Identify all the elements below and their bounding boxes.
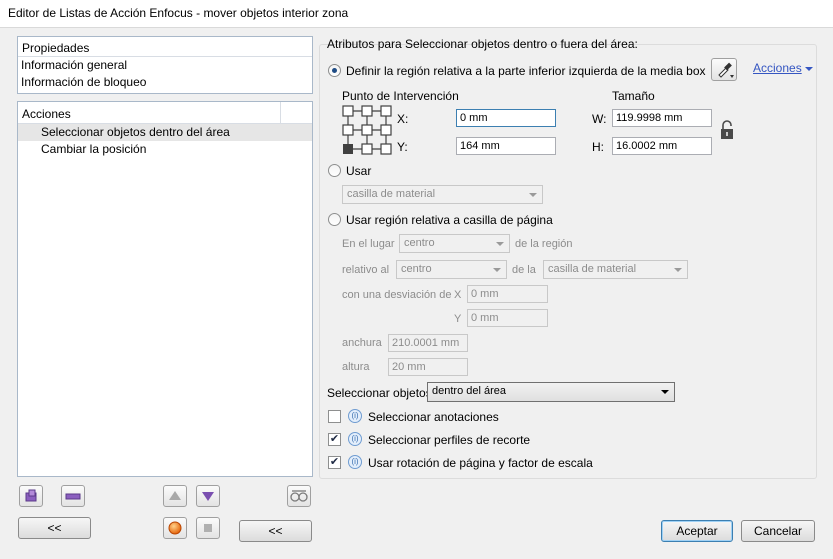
move-down-icon [202,492,214,501]
cancel-button[interactable]: Cancelar [741,520,815,542]
checkbox-annotations[interactable] [328,410,341,423]
y-input[interactable]: 164 mm [456,137,556,155]
checkbox-clip-paths-label: Seleccionar perfiles de recorte [368,433,531,447]
width-input[interactable]: 119.9998 mm [612,109,712,127]
of-region-label: de la región [515,238,573,250]
accept-button[interactable]: Aceptar [661,520,733,542]
select-objects-select[interactable]: dentro del área [427,382,675,402]
h-label: H: [592,140,604,154]
preview-glasses-icon [290,490,308,502]
use-box-select[interactable]: casilla de material [342,185,543,204]
checkbox-clip-paths[interactable]: ✔ [328,433,341,446]
height-box-input[interactable]: 20 mm [388,358,468,376]
header-divider [280,102,281,123]
select-objects-label: Seleccionar objetos [327,386,432,400]
move-up-button[interactable] [163,485,187,507]
actions-menu-link[interactable]: Acciones [753,61,814,75]
stop-button[interactable] [196,517,220,539]
add-action-button[interactable] [19,485,43,507]
info-icon[interactable]: (i) [348,455,362,469]
reference-point-label: Punto de Intervención [342,89,459,103]
stop-icon [204,524,212,532]
record-button[interactable] [163,517,187,539]
size-label: Tamaño [612,89,655,103]
offset-y-label: Y [454,313,462,325]
properties-item-general[interactable]: Información general [18,57,312,74]
x-label: X: [397,112,409,126]
checkbox-annotations-label: Seleccionar anotaciones [368,410,499,424]
add-action-icon [25,489,37,502]
of-box-select[interactable]: casilla de material [543,260,688,279]
actions-header-label: Acciones [22,107,71,121]
radio-use[interactable] [328,164,341,177]
x-input[interactable]: 0 mm [456,109,556,127]
properties-item-lock[interactable]: Información de bloqueo [18,74,312,91]
offset-x-input[interactable]: 0 mm [467,285,548,303]
width-box-label: anchura [342,337,382,349]
record-icon [168,521,182,535]
remove-action-button[interactable] [61,485,85,507]
reference-point-grid[interactable] [342,105,392,157]
radio-define-region-label: Definir la región relativa a la parte in… [346,64,706,78]
window-title: Editor de Listas de Acción Enfocus - mov… [8,6,349,20]
actions-header: Acciones [18,102,312,124]
checkbox-page-rotation[interactable]: ✔ [328,456,341,469]
lock-icon[interactable] [719,119,735,141]
offset-label: con una desviación de [342,289,452,301]
radio-page-box-label: Usar región relativa a casilla de página [346,213,553,227]
height-input[interactable]: 16.0002 mm [612,137,712,155]
remove-action-icon [65,493,81,500]
move-up-icon [169,491,181,500]
action-item-select-objects[interactable]: Seleccionar objetos dentro del área [18,124,312,141]
w-label: W: [592,112,607,126]
offset-x-label: X [454,289,462,301]
radio-define-region[interactable] [328,64,341,77]
attributes-group-title: Atributos para Seleccionar objetos dentr… [327,37,638,51]
info-icon[interactable]: (i) [348,432,362,446]
radio-page-box[interactable] [328,213,341,226]
radio-use-label: Usar [346,164,372,178]
y-label: Y: [397,140,408,154]
of-label: de la [512,264,536,276]
in-place-select[interactable]: centro [399,234,510,253]
move-down-button[interactable] [196,485,220,507]
offset-y-input[interactable]: 0 mm [467,309,548,327]
collapse-panel-button[interactable]: << [239,520,312,542]
collapse-left-button[interactable]: << [18,517,91,539]
relative-label: relativo al [342,264,390,276]
actions-panel: Acciones Seleccionar objetos dentro del … [17,101,313,477]
properties-header: Propiedades [18,37,312,57]
info-icon[interactable]: (i) [348,409,362,423]
width-box-input[interactable]: 210.0001 mm [388,334,468,352]
title-bar: Editor de Listas de Acción Enfocus - mov… [0,0,833,28]
chevron-down-icon [805,67,814,71]
height-box-label: altura [342,361,370,373]
eyedropper-icon [718,62,734,78]
actions-link-label: Acciones [753,61,802,75]
checkbox-page-rotation-label: Usar rotación de página y factor de esca… [368,456,593,470]
eyedropper-button[interactable] [711,58,737,81]
relative-select[interactable]: centro [396,260,507,279]
preview-button[interactable] [287,485,311,507]
in-place-label: En el lugar [342,238,395,250]
action-item-change-position[interactable]: Cambiar la posición [18,141,312,158]
properties-panel: Propiedades Información general Informac… [17,36,313,94]
